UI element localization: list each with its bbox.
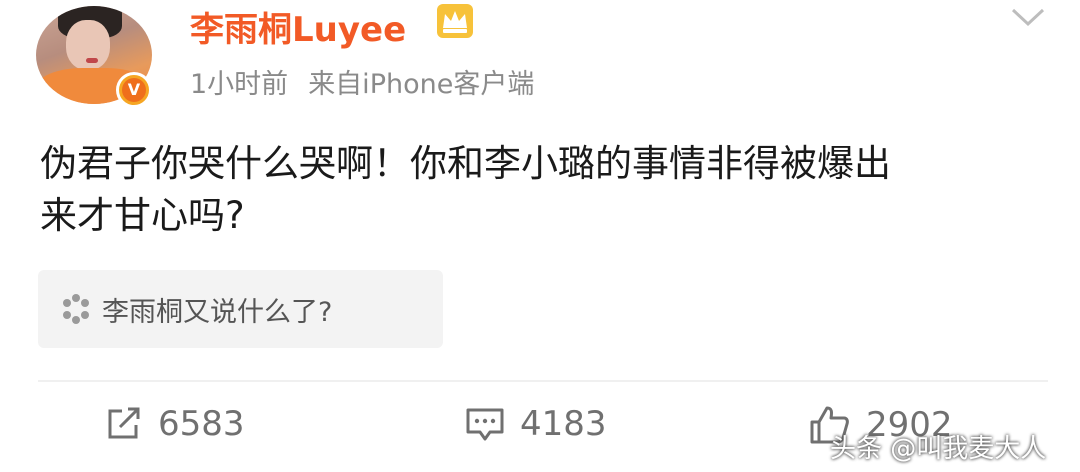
topic-flower-icon	[63, 294, 89, 324]
comment-count: 4183	[520, 404, 607, 444]
post-content: 伪君子你哭什么哭啊！你和李小璐的事情非得被爆出 来才甘心吗?	[40, 138, 1050, 242]
divider	[38, 380, 1048, 382]
watermark: 头条 @叫我麦大人	[830, 434, 1047, 464]
repost-button[interactable]: 6583	[104, 404, 245, 444]
comment-button[interactable]: 4183	[464, 404, 607, 444]
avatar-lip	[86, 58, 98, 63]
verified-badge: V	[116, 72, 152, 108]
post-time: 1小时前	[190, 69, 289, 100]
post-text-line-2: 来才甘心吗?	[40, 194, 245, 237]
comment-icon	[466, 408, 504, 441]
crown-icon	[437, 4, 473, 38]
repost-icon	[108, 407, 140, 439]
post-source[interactable]: 来自iPhone客户端	[308, 69, 534, 100]
chevron-down-icon[interactable]	[1010, 6, 1046, 28]
repost-count: 6583	[158, 404, 245, 444]
post-meta: 1小时前 来自iPhone客户端	[190, 62, 534, 101]
topic-label: 李雨桐又说什么了?	[102, 296, 333, 328]
topic-card[interactable]: 李雨桐又说什么了?	[38, 270, 443, 348]
post-text-line-1: 伪君子你哭什么哭啊！你和李小璐的事情非得被爆出	[40, 142, 891, 185]
author-name[interactable]: 李雨桐Luyee	[190, 2, 406, 51]
verified-badge-letter: V	[122, 78, 146, 102]
